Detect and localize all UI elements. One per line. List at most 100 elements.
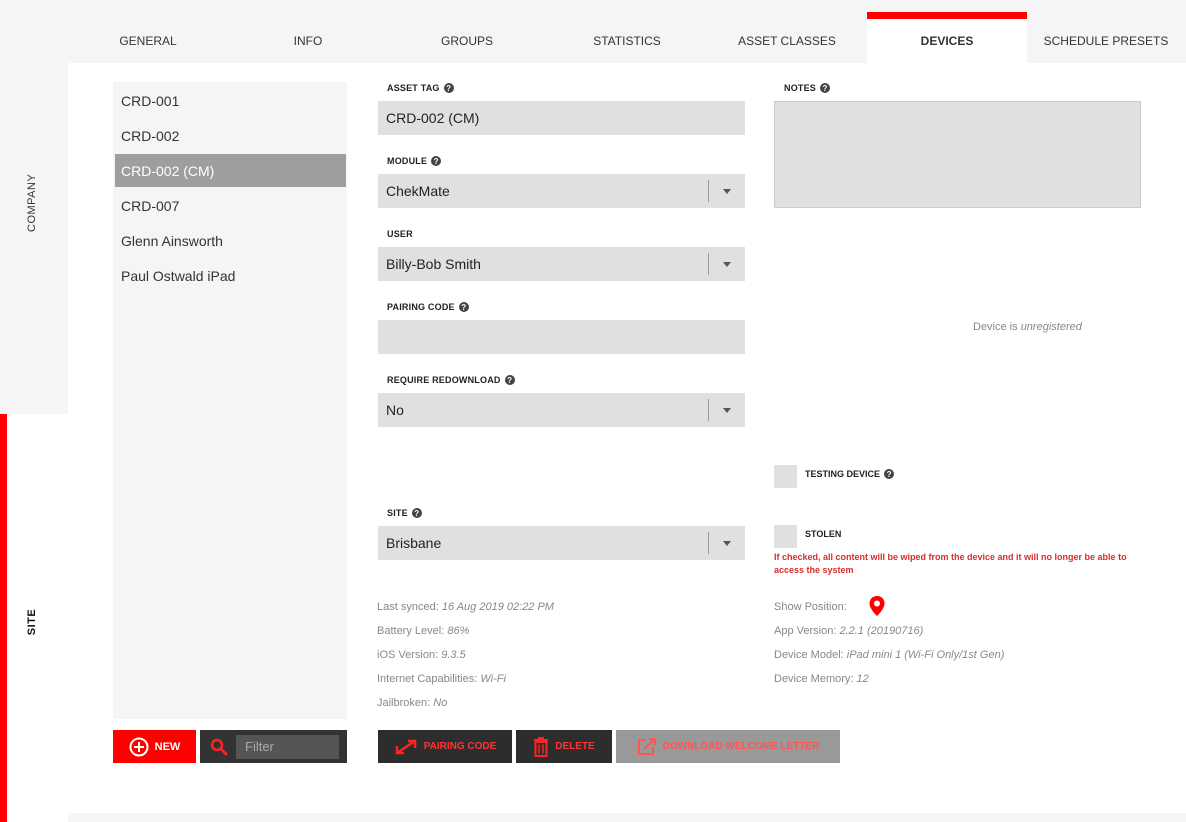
info-value: 86% bbox=[447, 625, 470, 637]
info-label: Device Model: bbox=[774, 649, 844, 661]
device-list-item[interactable]: CRD-002 bbox=[115, 119, 346, 152]
info-label: Battery Level: bbox=[377, 625, 445, 637]
map-pin-icon[interactable] bbox=[868, 595, 886, 617]
rail-company-tab[interactable]: COMPANY bbox=[0, 0, 68, 414]
pairing-code-button[interactable]: PAIRING CODE bbox=[378, 730, 512, 763]
tab-bar: GENERAL INFO GROUPS STATISTICS ASSET CLA… bbox=[68, 12, 1186, 63]
pairing-code-button-label: PAIRING CODE bbox=[423, 741, 497, 752]
left-rail: COMPANY SITE bbox=[0, 0, 68, 822]
device-list-item[interactable]: Paul Ostwald iPad bbox=[115, 259, 346, 292]
internet-capabilities-info: Internet Capabilities: Wi-Fi bbox=[377, 673, 506, 685]
filter-bar bbox=[200, 730, 347, 763]
device-memory-info: Device Memory: 12 bbox=[774, 673, 869, 685]
user-select[interactable]: Billy-Bob Smith bbox=[378, 247, 745, 281]
require-redownload-label-text: REQUIRE REDOWNLOAD bbox=[387, 375, 501, 385]
delete-button-label: DELETE bbox=[555, 741, 595, 752]
pairing-code-label: PAIRING CODE ? bbox=[387, 302, 469, 312]
info-value: 2.2.1 (20190716) bbox=[839, 625, 924, 637]
info-value: 16 Aug 2019 02:22 PM bbox=[441, 601, 554, 613]
tab-statistics[interactable]: STATISTICS bbox=[547, 12, 707, 63]
info-value: 9.3.5 bbox=[441, 649, 466, 661]
info-label: iOS Version: bbox=[377, 649, 439, 661]
resize-arrows-icon bbox=[395, 739, 416, 754]
pairing-code-label-text: PAIRING CODE bbox=[387, 302, 455, 312]
help-icon[interactable]: ? bbox=[411, 508, 422, 518]
trash-icon bbox=[534, 736, 549, 757]
tab-general[interactable]: GENERAL bbox=[68, 12, 228, 63]
help-icon[interactable]: ? bbox=[443, 83, 454, 93]
testing-device-label-text: TESTING DEVICE bbox=[805, 469, 881, 479]
info-value: No bbox=[433, 697, 448, 709]
new-button-label: NEW bbox=[154, 740, 181, 753]
module-select[interactable]: ChekMate bbox=[378, 174, 745, 208]
help-icon[interactable]: ? bbox=[820, 83, 831, 93]
device-list: CRD-001 CRD-002 CRD-002 (CM) CRD-007 Gle… bbox=[113, 82, 347, 719]
asset-tag-label: ASSET TAG ? bbox=[387, 83, 454, 93]
info-value: iPad mini 1 (Wi-Fi Only/1st Gen) bbox=[846, 649, 1005, 661]
rail-site-tab[interactable]: SITE bbox=[0, 414, 68, 822]
device-model-info: Device Model: iPad mini 1 (Wi-Fi Only/1s… bbox=[774, 649, 1004, 661]
rail-company-label: COMPANY bbox=[26, 173, 38, 232]
chevron-down-icon[interactable] bbox=[708, 253, 745, 275]
testing-device-checkbox[interactable] bbox=[774, 465, 797, 488]
chevron-down-icon[interactable] bbox=[708, 399, 745, 421]
site-select-value: Brisbane bbox=[386, 535, 442, 551]
jailbroken-info: Jailbroken: No bbox=[377, 697, 447, 709]
help-icon[interactable]: ? bbox=[884, 469, 895, 479]
tab-asset-classes[interactable]: ASSET CLASSES bbox=[707, 12, 867, 63]
notes-label-text: NOTES bbox=[784, 83, 817, 93]
tab-groups[interactable]: GROUPS bbox=[387, 12, 547, 63]
user-label: USER bbox=[387, 229, 413, 239]
require-redownload-select[interactable]: No bbox=[378, 393, 745, 427]
device-list-item[interactable]: CRD-001 bbox=[115, 84, 346, 117]
site-select[interactable]: Brisbane bbox=[378, 526, 745, 560]
new-device-button[interactable]: NEW bbox=[113, 730, 196, 763]
pairing-code-field[interactable] bbox=[378, 320, 745, 354]
external-link-icon bbox=[637, 737, 656, 755]
info-label: Last synced: bbox=[377, 601, 439, 613]
add-circle-icon bbox=[129, 737, 149, 756]
device-list-item[interactable]: CRD-007 bbox=[115, 189, 346, 222]
help-icon[interactable]: ? bbox=[504, 375, 515, 385]
chevron-down-icon[interactable] bbox=[708, 532, 745, 554]
asset-tag-label-text: ASSET TAG bbox=[387, 83, 440, 93]
info-label: Jailbroken: bbox=[377, 697, 431, 709]
last-synced-info: Last synced: 16 Aug 2019 02:22 PM bbox=[377, 601, 554, 613]
download-welcome-letter-button[interactable]: DOWNLOAD WELCOME LETTER bbox=[616, 730, 840, 763]
info-label: Internet Capabilities: bbox=[377, 673, 478, 685]
help-icon[interactable]: ? bbox=[458, 302, 469, 312]
notes-label: NOTES ? bbox=[784, 83, 831, 93]
asset-tag-field[interactable]: CRD-002 (CM) bbox=[378, 101, 745, 135]
info-value: Wi-Fi bbox=[480, 673, 506, 685]
info-label: App Version: bbox=[774, 625, 837, 637]
app-version-info: App Version: 2.2.1 (20190716) bbox=[774, 625, 923, 637]
rail-site-label: SITE bbox=[26, 608, 38, 636]
device-list-item-selected[interactable]: CRD-002 (CM) bbox=[115, 154, 346, 187]
tab-schedule-presets[interactable]: SCHEDULE PRESETS bbox=[1026, 12, 1186, 63]
tab-info[interactable]: INFO bbox=[228, 12, 388, 63]
user-label-text: USER bbox=[387, 229, 413, 239]
info-value: 12 bbox=[856, 673, 869, 685]
device-list-item[interactable]: Glenn Ainsworth bbox=[115, 224, 346, 257]
help-icon[interactable]: ? bbox=[431, 156, 442, 166]
user-select-value: Billy-Bob Smith bbox=[386, 256, 481, 272]
stolen-checkbox[interactable] bbox=[774, 525, 797, 548]
delete-button[interactable]: DELETE bbox=[516, 730, 612, 763]
registration-status-state: unregistered bbox=[1020, 321, 1082, 333]
filter-input[interactable] bbox=[236, 734, 339, 759]
registration-status: Device is unregistered bbox=[973, 321, 1082, 333]
info-label: Device Memory: bbox=[774, 673, 854, 685]
download-button-label: DOWNLOAD WELCOME LETTER bbox=[662, 741, 820, 752]
module-select-value: ChekMate bbox=[386, 183, 450, 199]
testing-device-label: TESTING DEVICE ? bbox=[805, 469, 895, 479]
require-redownload-label: REQUIRE REDOWNLOAD ? bbox=[387, 375, 515, 385]
stolen-warning: If checked, all content will be wiped fr… bbox=[774, 552, 1127, 575]
tab-devices[interactable]: DEVICES bbox=[867, 12, 1027, 63]
chevron-down-icon[interactable] bbox=[708, 180, 745, 202]
main-panel: CRD-001 CRD-002 CRD-002 (CM) CRD-007 Gle… bbox=[68, 63, 1186, 813]
site-label-text: SITE bbox=[387, 508, 408, 518]
stolen-label: STOLEN bbox=[805, 529, 842, 539]
module-label: MODULE ? bbox=[387, 156, 442, 166]
battery-level-info: Battery Level: 86% bbox=[377, 625, 469, 637]
notes-textarea[interactable] bbox=[774, 101, 1141, 208]
